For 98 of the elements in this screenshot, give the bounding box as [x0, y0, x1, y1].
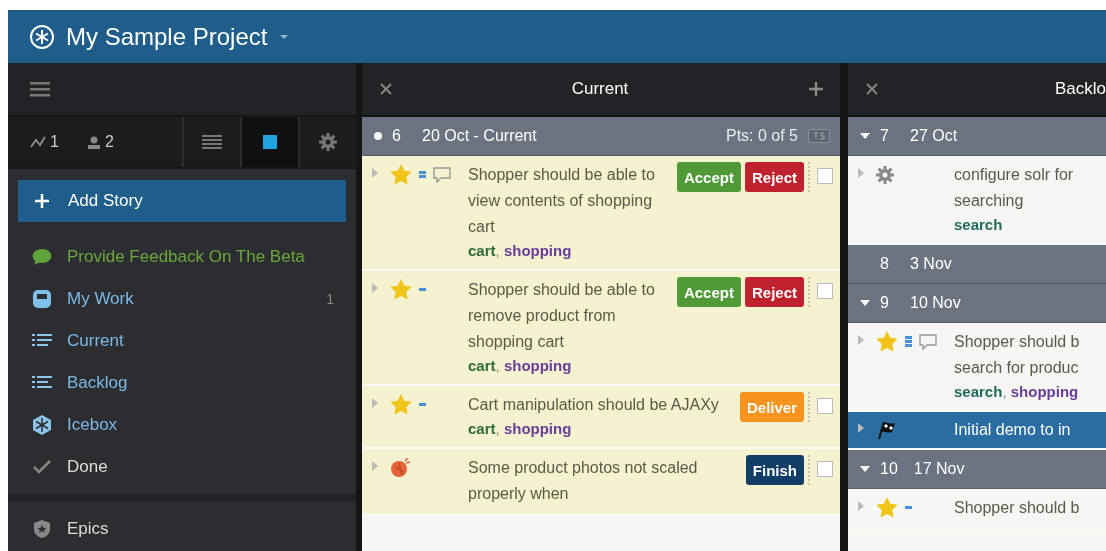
tag-link[interactable]: shopping [503, 357, 572, 374]
expand-arrow-icon[interactable] [858, 501, 864, 511]
tag-link[interactable]: cart [468, 357, 496, 374]
collapse-arrow-icon[interactable] [860, 466, 870, 472]
star-icon [876, 331, 898, 352]
gear-icon [876, 165, 894, 184]
tag-link[interactable]: cart [468, 420, 496, 437]
tag-link[interactable]: search [954, 216, 1003, 233]
expand-arrow-icon[interactable] [372, 283, 378, 293]
sidebar-item[interactable]: Epics [8, 508, 356, 550]
tag-separator: , [495, 420, 501, 437]
story-title: Cart manipulation should be AJAXy [468, 395, 720, 415]
sidebar-item[interactable]: Provide Feedback On The Beta [8, 236, 356, 278]
story-title: Shopper should be able to remove product from shopping cart [468, 280, 656, 352]
iteration-header[interactable]: 6 20 Oct - Current Pts: 0 of 5 [362, 117, 840, 156]
estimate-icon[interactable] [905, 336, 912, 347]
sidebar-item[interactable]: Done [8, 446, 356, 488]
square-icon [263, 135, 277, 149]
list-icon [32, 333, 52, 349]
story-row[interactable]: Some product photos not scaled properly when Finish [362, 449, 840, 516]
plus-icon[interactable] [808, 81, 824, 97]
bug-icon [390, 457, 412, 478]
expand-arrow-icon[interactable] [858, 423, 864, 433]
flag-icon [876, 419, 898, 440]
panel-title: Current [571, 79, 629, 99]
close-icon[interactable] [380, 83, 392, 95]
finish-button[interactable]: Finish [745, 455, 804, 485]
dot-icon [374, 132, 382, 140]
iteration-header[interactable]: 8 3 Nov [848, 245, 1106, 284]
tag-link[interactable]: shopping [503, 420, 572, 437]
menu-icon[interactable] [30, 81, 50, 97]
estimate-icon[interactable] [419, 171, 426, 178]
tag-separator: , [495, 357, 501, 374]
project-title[interactable]: My Sample Project [66, 22, 268, 51]
tag-link[interactable]: shopping [503, 242, 572, 259]
checkbox[interactable] [817, 168, 833, 184]
shield-icon [33, 519, 51, 539]
expand-arrow-icon[interactable] [858, 335, 864, 345]
iteration-header[interactable]: 9 10 Nov [848, 284, 1106, 323]
expand-arrow-icon[interactable] [372, 398, 378, 408]
accept-button[interactable]: Accept [676, 277, 741, 307]
iteration-header[interactable]: 7 27 Oct [848, 117, 1106, 156]
logo-icon [30, 24, 54, 49]
tag-separator: , [1002, 383, 1008, 400]
gear-icon [319, 133, 337, 151]
iteration-header[interactable]: 10 17 Nov [848, 450, 1106, 489]
timesheet-icon[interactable] [808, 129, 830, 143]
checkbox[interactable] [817, 283, 833, 299]
expand-arrow-icon[interactable] [372, 461, 378, 471]
tag-separator: , [495, 242, 501, 259]
person-icon [86, 135, 101, 149]
story-title: Some product photos not scaled properly when [468, 458, 699, 504]
snowflake-icon [32, 415, 52, 435]
star-icon [390, 279, 412, 300]
star-icon [390, 394, 412, 415]
inbox-icon [32, 289, 52, 309]
story-title: Shopper should be able to view contents of shopping cart [468, 165, 656, 237]
story-title: Initial demo to in [954, 420, 1072, 440]
sidebar-item[interactable]: Icebox [8, 404, 356, 446]
accept-button[interactable]: Accept [676, 162, 741, 192]
comment-icon[interactable] [919, 333, 937, 350]
panel-title: Backlo [1054, 79, 1106, 99]
collapse-arrow-icon[interactable] [860, 300, 870, 306]
expand-arrow-icon[interactable] [372, 168, 378, 178]
story-title: Shopper should b [954, 498, 1081, 518]
story-row[interactable]: Shopper should be able to remove product from shopping cart cart, shopping Accept Reject [362, 271, 840, 386]
story-title: Shopper should b search for produc [954, 332, 1081, 378]
stat-count: 2 [104, 133, 114, 151]
story-row[interactable]: Initial demo to in [848, 412, 1106, 450]
list-icon [32, 375, 52, 391]
comment-icon[interactable] [433, 166, 451, 183]
sidebar-item[interactable]: My Work 1 [8, 278, 356, 320]
expand-arrow-icon[interactable] [858, 168, 864, 178]
story-title: configure solr for searching [954, 165, 1075, 211]
zigzag-icon [30, 136, 46, 148]
speech-bubble-icon [32, 248, 52, 266]
tag-link[interactable]: cart [468, 242, 496, 259]
reject-button[interactable]: Reject [744, 277, 804, 307]
caret-icon[interactable] [279, 33, 290, 40]
list-icon [202, 134, 222, 150]
sidebar-item[interactable]: Current [8, 320, 356, 362]
add-story-button[interactable]: Add Story [18, 180, 346, 222]
tag-link[interactable]: shopping [1010, 383, 1079, 400]
star-icon [876, 497, 898, 518]
close-icon[interactable] [866, 83, 878, 95]
stat-count: 1 [50, 133, 59, 151]
check-icon [33, 460, 51, 474]
story-row[interactable]: Shopper should be able to view contents of shopping cart cart, shopping Accept Reject [362, 156, 840, 271]
star-icon [390, 164, 412, 185]
collapse-arrow-icon[interactable] [860, 133, 870, 139]
reject-button[interactable]: Reject [744, 162, 804, 192]
checkbox[interactable] [817, 461, 833, 477]
tag-link[interactable]: search [954, 383, 1003, 400]
checkbox[interactable] [817, 398, 833, 414]
plus-icon [34, 193, 50, 209]
story-row[interactable]: Cart manipulation should be AJAXy cart, shopping Deliver [362, 386, 840, 449]
sidebar-item[interactable]: Backlog [8, 362, 356, 404]
toolbar-button[interactable] [240, 117, 298, 167]
